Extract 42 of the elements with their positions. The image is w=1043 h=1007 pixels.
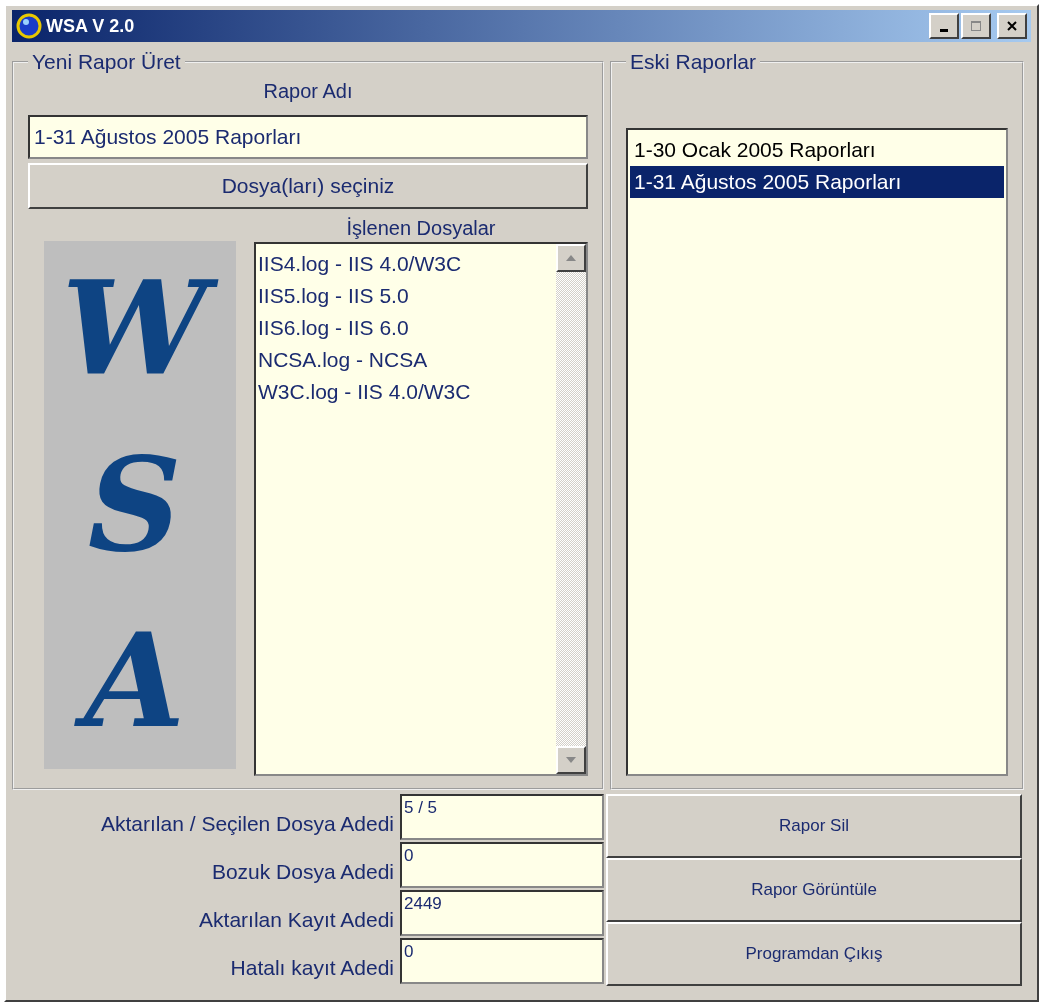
scrollbar[interactable] — [556, 244, 586, 774]
down-arrow-icon — [566, 757, 576, 763]
close-icon — [1006, 20, 1018, 32]
file-list[interactable]: IIS4.log - IIS 4.0/W3C IIS5.log - IIS 5.0 IIS6.log - IIS 6.0 NCSA.log - NCSA W3C.log - IIS 4.0/W3C — [254, 242, 588, 776]
stat-label: Aktarılan Kayıt Adedi — [199, 908, 394, 933]
scroll-up-button[interactable] — [556, 244, 586, 272]
group-title: Eski Raporlar — [629, 50, 758, 74]
globe-icon — [16, 13, 42, 39]
stat-field[interactable]: 0 — [400, 938, 604, 984]
up-arrow-icon — [566, 255, 576, 261]
action-button[interactable]: Programdan Çıkış — [606, 922, 1022, 986]
file-item[interactable]: IIS4.log - IIS 4.0/W3C — [258, 248, 554, 280]
file-item[interactable]: IIS6.log - IIS 6.0 — [258, 312, 554, 344]
stat-field[interactable]: 2449 — [400, 890, 604, 936]
action-button[interactable]: Rapor Sil — [606, 794, 1022, 858]
stat-field[interactable]: 0 — [400, 842, 604, 888]
logo-letter: A — [68, 599, 212, 763]
minimize-button[interactable] — [929, 13, 959, 39]
file-item[interactable]: IIS5.log - IIS 5.0 — [258, 280, 554, 312]
minimize-icon — [940, 28, 948, 32]
maximize-button[interactable] — [961, 13, 991, 39]
close-button[interactable] — [997, 13, 1027, 39]
window-title: WSA V 2.0 — [46, 15, 135, 37]
group-title: Yeni Rapor Üret — [31, 50, 182, 74]
stat-label: Bozuk Dosya Adedi — [211, 860, 394, 885]
action-button[interactable]: Rapor Görüntüle — [606, 858, 1022, 922]
choose-files-button[interactable]: Dosya(ları) seçiniz — [28, 163, 588, 209]
stat-label: Aktarılan / Seçilen Dosya Adedi — [101, 812, 394, 837]
scroll-down-button[interactable] — [556, 746, 586, 774]
report-item[interactable]: 1-31 Ağustos 2005 Raporları — [630, 166, 1004, 198]
report-list[interactable]: 1-30 Ocak 2005 Raporları 1-31 Ağustos 2005 Raporları — [626, 128, 1008, 776]
stat-field[interactable]: 5 / 5 — [400, 794, 604, 840]
report-name-field[interactable]: 1-31 Ağustos 2005 Raporları — [28, 115, 588, 159]
field-label: Rapor Adı — [262, 80, 354, 103]
file-item[interactable]: W3C.log - IIS 4.0/W3C — [258, 376, 554, 408]
maximize-icon — [970, 20, 982, 32]
stat-label: Hatalı kayıt Adedi — [230, 956, 394, 981]
logo-letter: W — [46, 247, 234, 411]
file-item[interactable]: NCSA.log - NCSA — [258, 344, 554, 376]
logo-letter: S — [86, 426, 183, 583]
report-item[interactable]: 1-30 Ocak 2005 Raporları — [630, 134, 1004, 166]
list-label: İşlenen Dosyalar — [345, 217, 497, 240]
